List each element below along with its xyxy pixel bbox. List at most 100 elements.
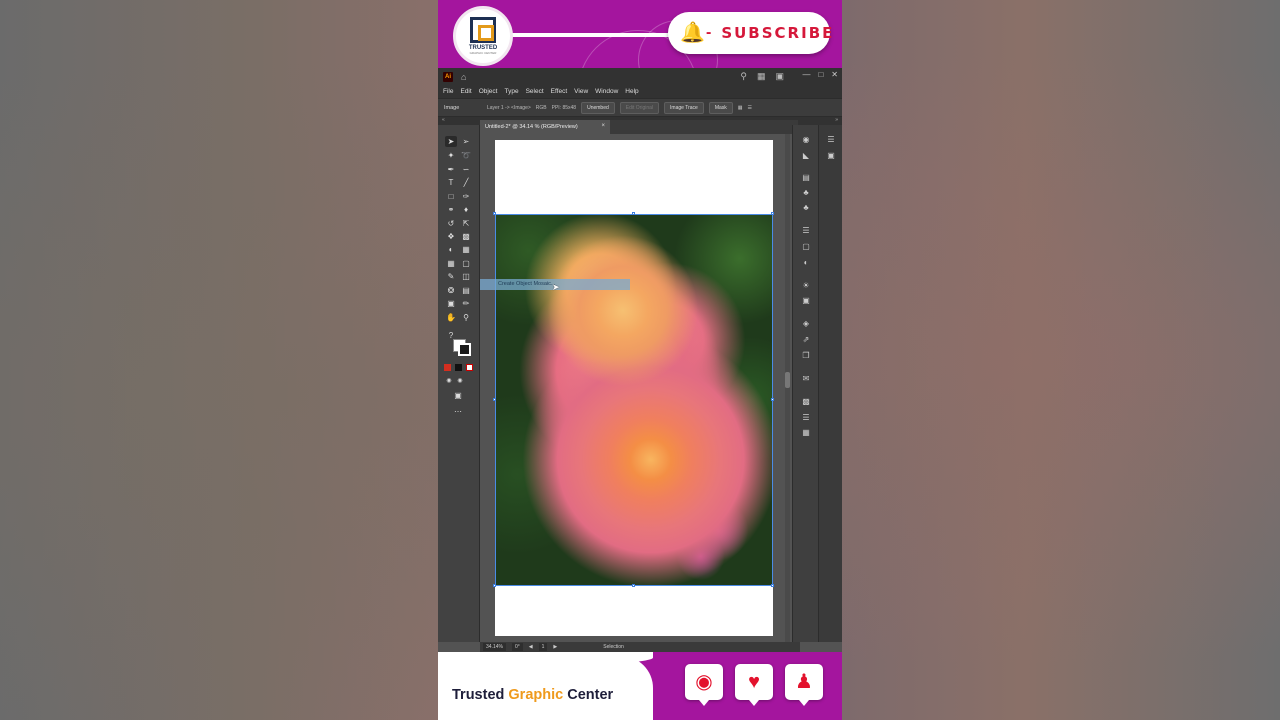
rectangle-tool-icon[interactable]: □ bbox=[445, 191, 457, 202]
lasso-tool-icon[interactable]: ➰ bbox=[460, 150, 472, 161]
zoom-tool-icon[interactable]: ⚲ bbox=[460, 312, 472, 323]
magic-wand-tool-icon[interactable]: ✦ bbox=[445, 150, 457, 161]
profile-button[interactable]: ♟ bbox=[785, 664, 823, 706]
collapse-right-icon[interactable]: » bbox=[835, 117, 838, 123]
slice-tool-icon[interactable]: ✏ bbox=[460, 298, 472, 309]
symbol-sprayer-tool-icon[interactable]: ❂ bbox=[445, 285, 457, 296]
home-icon[interactable]: ⌂ bbox=[461, 72, 466, 82]
appearance-icon[interactable]: ☀ bbox=[801, 281, 811, 291]
gradient-icon[interactable]: ▢ bbox=[801, 242, 811, 252]
mesh-tool-icon[interactable]: ▦ bbox=[445, 258, 457, 269]
shaper-tool-icon[interactable]: ⚭ bbox=[445, 204, 457, 215]
rotate-tool-icon[interactable]: ↺ bbox=[445, 218, 457, 229]
eraser-tool-icon[interactable]: ♦ bbox=[460, 204, 472, 215]
transform-icon[interactable]: ☰ bbox=[748, 105, 752, 111]
resize-handle[interactable] bbox=[771, 398, 774, 401]
vertical-scrollbar[interactable] bbox=[785, 134, 790, 642]
channel-logo[interactable]: TRUSTED GRAPHIC CENTER bbox=[453, 6, 513, 66]
stroke-icon[interactable]: ☰ bbox=[801, 226, 811, 236]
next-artboard-icon[interactable]: ▶ bbox=[553, 644, 557, 650]
perspective-grid-tool-icon[interactable]: ▦ bbox=[460, 244, 472, 255]
brushes-icon[interactable]: ♣ bbox=[801, 188, 811, 198]
gradient-mode-swatch[interactable] bbox=[455, 364, 462, 371]
shape-builder-tool-icon[interactable]: ◐ bbox=[445, 244, 457, 255]
properties-panel-icon[interactable]: ☰ bbox=[826, 135, 836, 145]
screen-mode-icon[interactable]: ▣ bbox=[452, 390, 464, 401]
resize-handle[interactable] bbox=[632, 212, 635, 215]
none-mode-swatch[interactable] bbox=[466, 364, 473, 371]
more-tools-icon[interactable]: ⋯ bbox=[452, 406, 464, 417]
layers-icon[interactable]: ◈ bbox=[801, 319, 811, 329]
resize-handle[interactable] bbox=[771, 212, 774, 215]
artboard-field[interactable]: 1 bbox=[538, 643, 548, 651]
menu-help[interactable]: Help bbox=[625, 88, 638, 95]
pen-tool-icon[interactable]: ✒ bbox=[445, 164, 457, 175]
width-tool-icon[interactable]: ❖ bbox=[445, 231, 457, 242]
draw-behind-icon[interactable]: ◉ bbox=[454, 376, 466, 387]
swatches-icon[interactable]: ▤ bbox=[801, 173, 811, 183]
minimize-icon[interactable]: — bbox=[802, 70, 810, 79]
curvature-tool-icon[interactable]: ∽ bbox=[460, 164, 472, 175]
search-icon[interactable]: ⚲ bbox=[740, 71, 747, 82]
stroke-swatch[interactable] bbox=[458, 343, 471, 356]
type-tool-icon[interactable]: T bbox=[445, 177, 457, 188]
workspace-icon[interactable]: ▦ bbox=[757, 71, 766, 82]
menu-select[interactable]: Select bbox=[526, 88, 544, 95]
resize-handle[interactable] bbox=[493, 212, 496, 215]
scrollbar-thumb[interactable] bbox=[785, 372, 790, 388]
like-button[interactable]: ♥ bbox=[735, 664, 773, 706]
menu-type[interactable]: Type bbox=[504, 88, 518, 95]
libraries-icon[interactable]: ◣ bbox=[801, 151, 811, 161]
graphic-styles-icon[interactable]: ▣ bbox=[801, 296, 811, 306]
export-icon[interactable]: ⇗ bbox=[801, 335, 811, 345]
rose-image[interactable] bbox=[495, 214, 773, 586]
paintbrush-tool-icon[interactable]: ✑ bbox=[460, 191, 472, 202]
direct-selection-tool-icon[interactable]: ➢ bbox=[460, 136, 472, 147]
comment-button[interactable]: ◉ bbox=[685, 664, 723, 706]
symbols-icon[interactable]: ♣ bbox=[801, 203, 811, 213]
arrange-icon[interactable]: ▣ bbox=[775, 71, 784, 82]
unembed-button[interactable]: Unembed bbox=[581, 101, 615, 114]
artboards-icon[interactable]: ❐ bbox=[801, 351, 811, 361]
subscribe-button[interactable]: 🔔 - SUBSCRIBE bbox=[668, 12, 832, 54]
layer-info[interactable]: Layer 1 -> <Image> bbox=[487, 105, 531, 111]
mask-button[interactable]: Mask bbox=[708, 101, 733, 114]
selection-tool-icon[interactable]: ➤ bbox=[445, 136, 457, 147]
blend-tool-icon[interactable]: ◫ bbox=[460, 271, 472, 282]
align-panel-icon[interactable]: ☰ bbox=[801, 413, 811, 423]
edit-original-button[interactable]: Edit Original bbox=[619, 101, 660, 114]
tab-close-icon[interactable]: × bbox=[601, 123, 605, 129]
resize-handle[interactable] bbox=[493, 584, 496, 587]
free-transform-tool-icon[interactable]: ▩ bbox=[460, 231, 472, 242]
color-mode-swatch[interactable] bbox=[444, 364, 451, 371]
align-icon[interactable]: ▦ bbox=[738, 105, 743, 111]
menu-view[interactable]: View bbox=[574, 88, 588, 95]
resize-handle[interactable] bbox=[493, 398, 496, 401]
scale-tool-icon[interactable]: ⇱ bbox=[460, 218, 472, 229]
menu-window[interactable]: Window bbox=[595, 88, 618, 95]
menu-edit[interactable]: Edit bbox=[460, 88, 471, 95]
menu-effect[interactable]: Effect bbox=[551, 88, 568, 95]
eyedropper-tool-icon[interactable]: ✎ bbox=[445, 271, 457, 282]
hand-tool-icon[interactable]: ✋ bbox=[445, 312, 457, 323]
comments-icon[interactable]: ✉ bbox=[801, 374, 811, 384]
gradient-tool-icon[interactable]: ▢ bbox=[460, 258, 472, 269]
resize-handle[interactable] bbox=[632, 584, 635, 587]
image-trace-button[interactable]: Image Trace bbox=[664, 101, 704, 114]
line-tool-icon[interactable]: ╱ bbox=[460, 177, 472, 188]
graph-tool-icon[interactable]: ▤ bbox=[460, 285, 472, 296]
cc-libraries-panel-icon[interactable]: ▣ bbox=[826, 151, 836, 161]
rotation-field[interactable]: 0° bbox=[511, 643, 523, 651]
zoom-field[interactable]: 34.14% bbox=[483, 643, 506, 651]
collapse-left-icon[interactable]: « bbox=[442, 117, 445, 123]
transform-panel-icon[interactable]: ▩ bbox=[801, 397, 811, 407]
resize-handle[interactable] bbox=[771, 584, 774, 587]
artboard-tool-icon[interactable]: ▣ bbox=[445, 298, 457, 309]
menu-object[interactable]: Object bbox=[479, 88, 498, 95]
properties-icon[interactable]: ◉ bbox=[801, 135, 811, 145]
pathfinder-icon[interactable]: ▦ bbox=[801, 428, 811, 438]
tab-document[interactable]: Untitled-2* @ 34.14 % (RGB/Preview) × bbox=[480, 120, 610, 134]
transparency-icon[interactable]: ◐ bbox=[801, 258, 811, 268]
prev-artboard-icon[interactable]: ◀ bbox=[529, 644, 533, 650]
close-icon[interactable]: ✕ bbox=[831, 70, 838, 79]
